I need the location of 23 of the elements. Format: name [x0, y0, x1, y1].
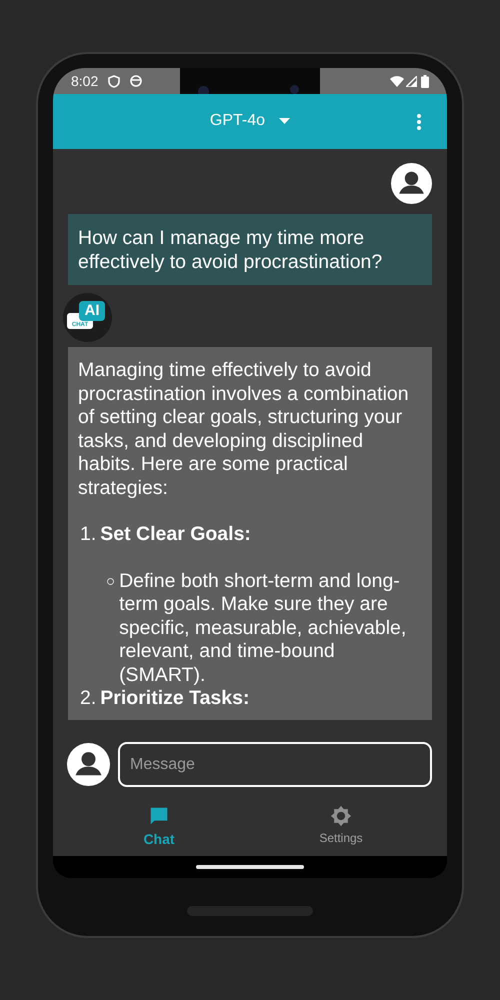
settings-icon — [330, 805, 352, 827]
list-item-text: Define both short-term and long-term goals. Make sure they are specific, measurable, achievable, relevant, and time-bound (SMART). — [119, 570, 408, 687]
user-message: How can I manage my time more effectively to avoid procrastination? — [68, 214, 432, 285]
model-dropdown[interactable]: GPT-4o — [210, 109, 290, 133]
battery-icon — [421, 74, 429, 88]
answer-intro: Managing time effectively to avoid procrastination involves a combination of setting clear goals, structuring your tasks, and developing disciplined habits. Here are some practical strategies: — [78, 359, 410, 500]
wifi-icon — [390, 76, 404, 86]
caret-icon — [279, 118, 290, 124]
logo-text: AI — [84, 303, 100, 319]
status-time: 8:02 — [71, 72, 98, 90]
signal-icon — [406, 76, 417, 86]
profile-avatar-icon — [67, 743, 110, 786]
chat-bubble-icon — [148, 805, 170, 827]
shield-icon — [108, 74, 120, 88]
list-number: 1. — [80, 523, 96, 546]
overflow-menu-icon[interactable] — [417, 114, 421, 130]
nav-tab[interactable]: Chat — [68, 797, 250, 856]
user-avatar-icon — [391, 163, 432, 204]
list-heading: Prioritize Tasks: — [100, 687, 250, 710]
list-heading: Set Clear Goals: — [100, 523, 251, 546]
list-number: 2. — [80, 687, 96, 710]
bullet-marker: ○ — [106, 572, 116, 592]
message-field[interactable]: Message — [118, 742, 432, 787]
